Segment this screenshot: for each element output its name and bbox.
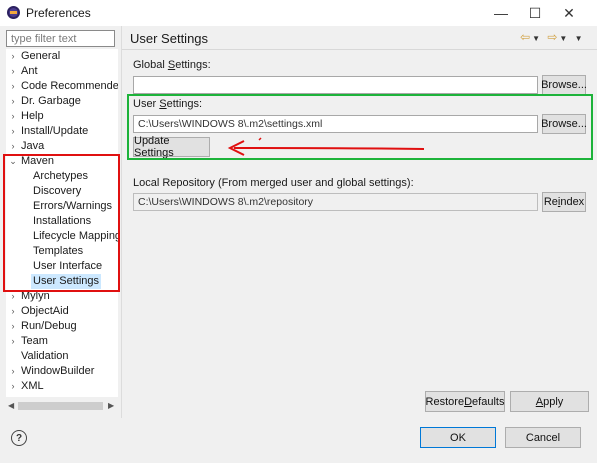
arrow-shaft xyxy=(233,147,425,150)
restore-defaults-button[interactable]: Restore Defaults xyxy=(425,391,505,412)
cancel-button[interactable]: Cancel xyxy=(505,427,581,448)
help-icon[interactable]: ? xyxy=(11,430,27,446)
chevron-right-icon[interactable]: › xyxy=(9,49,17,64)
minimize-button[interactable]: — xyxy=(484,0,518,26)
tree-item-label: Java xyxy=(21,140,45,152)
tree-item-code-recommenders[interactable]: › Code Recommenders xyxy=(6,79,119,94)
chevron-right-icon[interactable]: › xyxy=(9,64,17,79)
page-navigation: ⇦▼ ⇨▼ ▼ xyxy=(520,30,585,44)
tree-item-label: Team xyxy=(21,335,48,347)
chevron-right-icon[interactable]: › xyxy=(9,109,17,124)
tree-item-label: Ant xyxy=(21,65,38,77)
scroll-thumb[interactable] xyxy=(18,402,103,410)
tree-item-ant[interactable]: › Ant xyxy=(6,64,118,79)
tree-horizontal-scrollbar[interactable]: ◀ ▶ xyxy=(6,400,118,412)
apply-button[interactable]: Apply xyxy=(510,391,589,412)
scroll-left-icon[interactable]: ◀ xyxy=(8,401,14,410)
local-repository-label: Local Repository (From merged user and g… xyxy=(133,177,414,189)
reindex-button[interactable]: Re i ndex xyxy=(542,192,586,212)
arrow-tick xyxy=(258,137,262,141)
forward-arrow-icon[interactable]: ⇨ xyxy=(547,30,559,44)
chevron-right-icon[interactable]: › xyxy=(9,379,17,394)
global-settings-label: Global Settings: xyxy=(133,59,211,71)
tree-item-objectaid[interactable]: › ObjectAid xyxy=(6,304,118,319)
title-bar: Preferences — ☐ ✕ xyxy=(0,0,597,26)
tree-item-general[interactable]: › General xyxy=(6,49,118,64)
back-arrow-icon[interactable]: ⇦ xyxy=(520,30,532,44)
close-button[interactable]: ✕ xyxy=(552,0,586,26)
ok-button[interactable]: OK xyxy=(420,427,496,448)
tree-item-dr-garbage[interactable]: › Dr. Garbage xyxy=(6,94,118,109)
eclipse-app-icon xyxy=(7,6,20,19)
tree-item-label: WindowBuilder xyxy=(21,365,95,377)
tree-item-label: Run/Debug xyxy=(21,320,77,332)
annotation-arrow xyxy=(227,137,425,156)
tree-item-label: Install/Update xyxy=(21,125,89,137)
panel-divider[interactable] xyxy=(121,26,122,418)
tree-item-label: Code Recommenders xyxy=(21,80,118,92)
page-title: User Settings xyxy=(130,31,209,46)
chevron-right-icon[interactable]: › xyxy=(9,94,17,109)
scroll-right-icon[interactable]: ▶ xyxy=(108,401,114,410)
chevron-right-icon[interactable]: › xyxy=(9,304,17,319)
tree-item-label: XML xyxy=(21,380,44,392)
tree-item-label: Help xyxy=(21,110,44,122)
tree-item-windowbuilder[interactable]: › WindowBuilder xyxy=(6,364,118,379)
tree-item-xml[interactable]: › XML xyxy=(6,379,118,394)
page-header-separator xyxy=(122,49,597,50)
chevron-right-icon[interactable]: › xyxy=(9,124,17,139)
chevron-right-icon[interactable]: › xyxy=(9,139,17,154)
chevron-right-icon[interactable]: › xyxy=(9,79,17,94)
window-title: Preferences xyxy=(26,6,91,20)
tree-item-run-debug[interactable]: › Run/Debug xyxy=(6,319,118,334)
chevron-right-icon[interactable]: › xyxy=(9,319,17,334)
tree-item-install-update[interactable]: › Install/Update xyxy=(6,124,118,139)
global-settings-field[interactable] xyxy=(133,76,538,94)
maximize-button[interactable]: ☐ xyxy=(518,0,552,26)
local-repository-field: C:\Users\WINDOWS 8\.m2\repository xyxy=(133,193,538,211)
chevron-right-icon[interactable]: › xyxy=(9,364,17,379)
tree-item-team[interactable]: › Team xyxy=(6,334,118,349)
global-browse-button[interactable]: Browse... xyxy=(541,75,587,95)
back-dropdown-icon[interactable]: ▼ xyxy=(532,34,542,43)
tree-item-java[interactable]: › Java xyxy=(6,139,118,154)
maven-tree-highlight-box xyxy=(3,154,120,292)
tree-item-label: ObjectAid xyxy=(21,305,69,317)
tree-item-label: General xyxy=(21,50,61,62)
tree-item-help[interactable]: › Help xyxy=(6,109,118,124)
forward-dropdown-icon[interactable]: ▼ xyxy=(559,34,569,43)
tree-item-label: Validation xyxy=(21,350,69,362)
tree-item-label: Dr. Garbage xyxy=(21,95,81,107)
tree-item-validation[interactable]: Validation xyxy=(6,349,118,364)
view-menu-icon[interactable]: ▼ xyxy=(575,34,585,43)
chevron-right-icon[interactable]: › xyxy=(9,334,17,349)
filter-input[interactable] xyxy=(6,30,115,47)
